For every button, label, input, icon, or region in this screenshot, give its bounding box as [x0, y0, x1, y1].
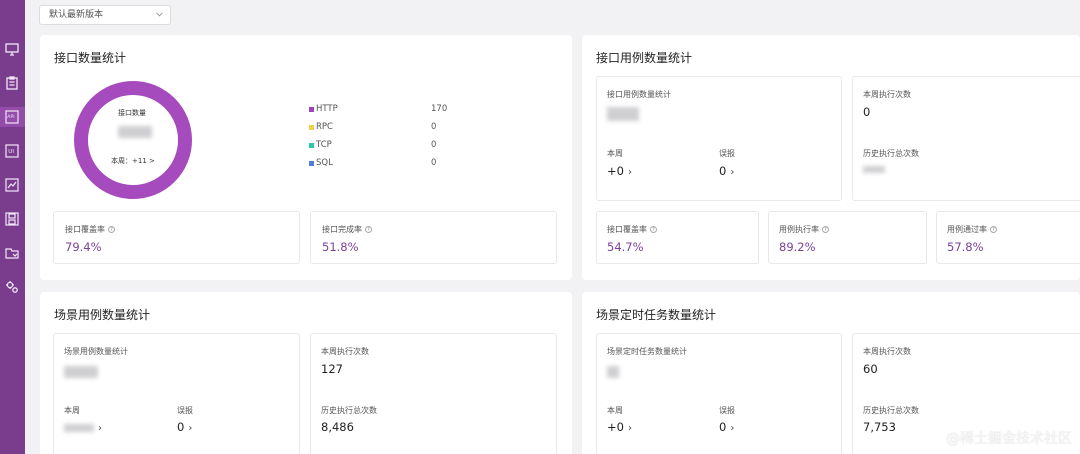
legend-value: 170	[431, 104, 448, 114]
svg-text:UI: UI	[8, 149, 14, 155]
api-completion-card: 接口完成率? 51.8%	[310, 211, 557, 264]
week-label: 本周	[607, 149, 623, 158]
exec-total-blurred	[863, 166, 885, 173]
panel-title: 接口用例数量统计	[596, 51, 693, 65]
legend-swatch	[309, 161, 314, 166]
scene-exec-card: 本周执行次数 127 历史执行总次数 8,486	[310, 333, 557, 454]
scene-count-card: 场景用例数量统计 本周 › 误报 0 ›	[53, 333, 300, 454]
api-donut-chart	[74, 81, 192, 199]
week-label: 本周	[64, 406, 80, 415]
help-icon[interactable]: ?	[365, 226, 372, 233]
donut-ring	[74, 81, 192, 199]
chart-icon[interactable]	[4, 177, 20, 193]
exec-rate-card: 用例执行率? 89.2%	[768, 211, 927, 264]
exec-week-label: 本周执行次数	[863, 347, 911, 356]
exec-total-value: 8,486	[321, 420, 354, 434]
ui-icon[interactable]: UI	[4, 143, 20, 159]
exec-week-value: 0	[863, 105, 871, 119]
week-value-link[interactable]: +0 ›	[607, 164, 632, 178]
help-icon[interactable]: ?	[108, 226, 115, 233]
version-select[interactable]: 默认最新版本	[39, 5, 171, 25]
case-exec-card: 本周执行次数 0 历史执行总次数	[852, 76, 1080, 201]
legend-swatch	[309, 107, 314, 112]
panel-title: 场景用例数量统计	[54, 308, 151, 322]
legend-value: 0	[431, 158, 437, 168]
help-icon[interactable]: ?	[822, 226, 829, 233]
count-value-blurred	[607, 107, 639, 121]
case-count-card: 接口用例数量统计 本周 +0 › 误报 0 ›	[596, 76, 842, 201]
false-label: 误报	[719, 406, 735, 415]
coverage-value: 54.7%	[607, 240, 644, 254]
legend-value: 0	[431, 122, 437, 132]
legend-name: TCP	[316, 140, 332, 150]
week-value-link[interactable]: ›	[94, 420, 102, 434]
case-coverage-card: 接口覆盖率? 54.7%	[596, 211, 759, 264]
false-value-link[interactable]: 0 ›	[177, 420, 192, 434]
exec-week-value: 127	[321, 362, 343, 376]
help-icon[interactable]: ?	[990, 226, 997, 233]
version-select-value: 默认最新版本	[49, 10, 104, 20]
pass-rate-value: 57.8%	[947, 240, 984, 254]
svg-text:API: API	[7, 114, 14, 120]
panel-title: 场景定时任务数量统计	[596, 308, 717, 322]
exec-total-label: 历史执行总次数	[321, 406, 377, 415]
api-icon[interactable]: API	[0, 107, 25, 127]
count-value-blurred	[607, 366, 619, 378]
clipboard-icon[interactable]	[4, 75, 20, 91]
donut-count-blurred	[118, 126, 152, 138]
false-label: 误报	[719, 149, 735, 158]
legend-name: SQL	[316, 158, 333, 168]
task-count-card: 场景定时任务数量统计 本周 +0 › 误报 0 ›	[596, 333, 842, 454]
legend-value: 0	[431, 140, 437, 150]
chevron-down-icon	[156, 12, 163, 17]
pass-rate-card: 用例通过率? 57.8%	[936, 211, 1080, 264]
coverage-label: 接口覆盖率?	[65, 224, 115, 235]
legend-swatch	[309, 143, 314, 148]
watermark: @稀土掘金技术社区	[946, 431, 1072, 447]
week-value-blurred	[64, 424, 94, 432]
exec-total-value: 7,753	[863, 420, 896, 434]
completion-label: 接口完成率?	[322, 224, 372, 235]
count-label: 场景用例数量统计	[64, 347, 128, 356]
monitor-icon[interactable]	[4, 41, 20, 57]
false-label: 误报	[177, 406, 193, 415]
help-icon[interactable]: ?	[650, 226, 657, 233]
folder-icon[interactable]	[4, 245, 20, 261]
exec-week-value: 60	[863, 362, 878, 376]
week-value-link[interactable]: +0 ›	[607, 420, 632, 434]
legend-name: HTTP	[316, 104, 338, 114]
settings-icon[interactable]	[4, 279, 20, 295]
exec-rate-label: 用例执行率?	[779, 224, 829, 235]
api-coverage-card: 接口覆盖率? 79.4%	[53, 211, 300, 264]
count-label: 接口用例数量统计	[607, 90, 671, 99]
donut-week-link[interactable]: 本周：+11 >	[111, 156, 155, 166]
exec-total-label: 历史执行总次数	[863, 149, 919, 158]
exec-rate-value: 89.2%	[779, 240, 816, 254]
false-value-link[interactable]: 0 ›	[719, 420, 734, 434]
coverage-value: 79.4%	[65, 240, 102, 254]
week-label: 本周	[607, 406, 623, 415]
completion-value: 51.8%	[322, 240, 359, 254]
panel-title: 接口数量统计	[54, 51, 127, 65]
pass-rate-label: 用例通过率?	[947, 224, 997, 235]
legend-swatch	[309, 125, 314, 130]
coverage-label: 接口覆盖率?	[607, 224, 657, 235]
sidebar: API UI	[0, 0, 25, 454]
save-icon[interactable]	[4, 211, 20, 227]
exec-total-label: 历史执行总次数	[863, 406, 919, 415]
legend-name: RPC	[316, 122, 333, 132]
exec-week-label: 本周执行次数	[863, 90, 911, 99]
exec-week-label: 本周执行次数	[321, 347, 369, 356]
false-value-link[interactable]: 0 ›	[719, 164, 734, 178]
donut-label: 接口数量	[118, 109, 146, 117]
count-value-blurred	[64, 366, 98, 378]
count-label: 场景定时任务数量统计	[607, 347, 687, 356]
